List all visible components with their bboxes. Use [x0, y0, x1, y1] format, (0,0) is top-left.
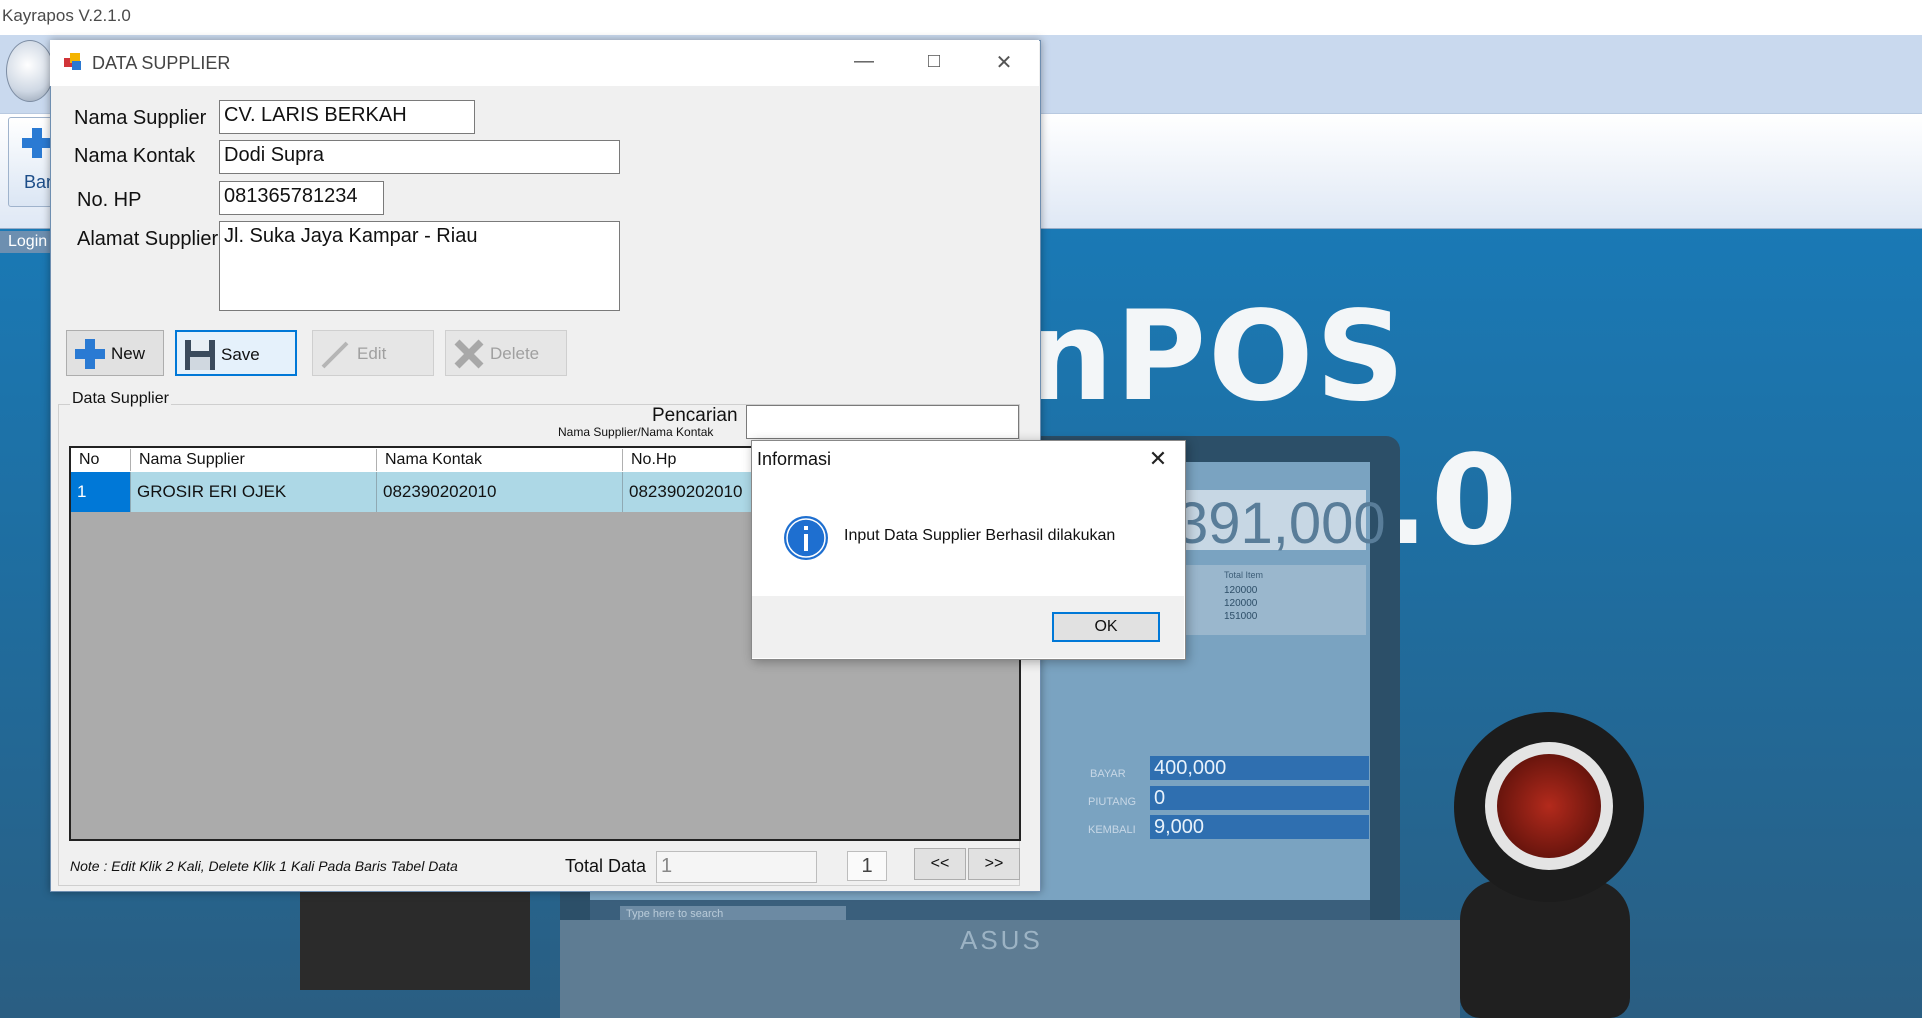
- delete-button-label: Delete: [490, 344, 540, 363]
- nama-supplier-input[interactable]: CV. LARIS BERKAH: [219, 100, 475, 134]
- close-icon[interactable]: ✕: [989, 50, 1019, 75]
- save-button-label: Save: [221, 345, 260, 364]
- plus-icon: [75, 339, 105, 369]
- delete-x-icon: [454, 339, 484, 369]
- search-label: Pencarian: [652, 405, 738, 426]
- delete-button[interactable]: Delete: [445, 330, 567, 376]
- info-icon: [784, 516, 828, 560]
- dialog-title: Informasi: [757, 449, 832, 469]
- no-hp-input[interactable]: 081365781234: [219, 181, 384, 215]
- new-button[interactable]: New: [66, 330, 164, 376]
- total-data-label: Total Data: [565, 856, 647, 876]
- total-data-field: 1: [656, 851, 817, 883]
- screen-table-value: 151000: [1224, 611, 1258, 622]
- app-title: Kayrapos V.2.1.0: [2, 6, 131, 25]
- grid-cell-nama-supplier[interactable]: GROSIR ERI OJEK: [131, 472, 377, 512]
- screen-table-value: 120000: [1224, 598, 1258, 609]
- ok-button[interactable]: OK: [1052, 612, 1160, 642]
- scanner-glass: [1497, 754, 1601, 858]
- ribbon-button-label: Bar: [24, 172, 53, 192]
- note-text: Note : Edit Klik 2 Kali, Delete Klik 1 K…: [70, 858, 458, 874]
- groupbox-label: Data Supplier: [70, 390, 171, 408]
- maximize-icon[interactable]: □: [919, 50, 949, 73]
- no-hp-label: No. HP: [77, 189, 142, 211]
- piutang-value: 0: [1150, 786, 1369, 810]
- grid-column-header[interactable]: No.Hp: [623, 449, 763, 471]
- screen-table-header: Total Item: [1224, 570, 1264, 580]
- dialog-close-icon[interactable]: ✕: [1144, 446, 1172, 472]
- grid-column-header[interactable]: Nama Supplier: [131, 449, 377, 471]
- nama-supplier-label: Nama Supplier: [74, 107, 207, 129]
- floppy-disk-icon: [185, 340, 215, 370]
- window-app-icon: [64, 53, 81, 70]
- grid-cell-nama-kontak[interactable]: 082390202010: [377, 472, 623, 512]
- next-page-button[interactable]: >>: [968, 848, 1020, 880]
- search-input[interactable]: [746, 405, 1019, 439]
- dialog-message: Input Data Supplier Berhasil dilakukan: [844, 527, 1116, 544]
- plus-icon: [22, 128, 52, 158]
- edit-button[interactable]: Edit: [312, 330, 434, 376]
- prev-page-button[interactable]: <<: [914, 848, 966, 880]
- laptop-brand: ASUS: [960, 925, 1043, 955]
- printer-image: [300, 880, 530, 990]
- application-orb-button[interactable]: [6, 40, 54, 102]
- nama-kontak-input[interactable]: Dodi Supra: [219, 140, 620, 174]
- new-button-label: New: [111, 344, 146, 363]
- alamat-supplier-label: Alamat Supplier: [77, 228, 219, 250]
- bayar-value: 400,000: [1150, 756, 1369, 780]
- kembali-label: KEMBALI: [1088, 824, 1136, 836]
- grid-column-header[interactable]: No: [71, 449, 131, 471]
- edit-button-label: Edit: [357, 344, 387, 363]
- screen-total: 391,000: [1176, 490, 1386, 556]
- grid-cell-no[interactable]: 1: [71, 472, 131, 512]
- nama-kontak-label: Nama Kontak: [74, 145, 196, 167]
- kembali-value: 9,000: [1150, 815, 1369, 839]
- grid-column-header[interactable]: Nama Kontak: [377, 449, 623, 471]
- search-sublabel: Nama Supplier/Nama Kontak: [558, 425, 714, 439]
- save-button[interactable]: Save: [175, 330, 297, 376]
- screen-table-value: 120000: [1224, 585, 1258, 596]
- pencil-icon: [321, 341, 349, 369]
- screen-table: Total Item 120000 120000 151000: [1180, 565, 1366, 635]
- window-title: DATA SUPPLIER: [92, 53, 231, 73]
- bayar-label: BAYAR: [1090, 768, 1126, 780]
- grid-cell-no-hp[interactable]: 082390202010: [623, 472, 763, 512]
- minimize-icon[interactable]: —: [849, 50, 879, 73]
- piutang-label: PIUTANG: [1088, 796, 1137, 808]
- alamat-supplier-textarea[interactable]: Jl. Suka Jaya Kampar - Riau: [219, 221, 620, 311]
- page-number-field: 1: [847, 851, 887, 881]
